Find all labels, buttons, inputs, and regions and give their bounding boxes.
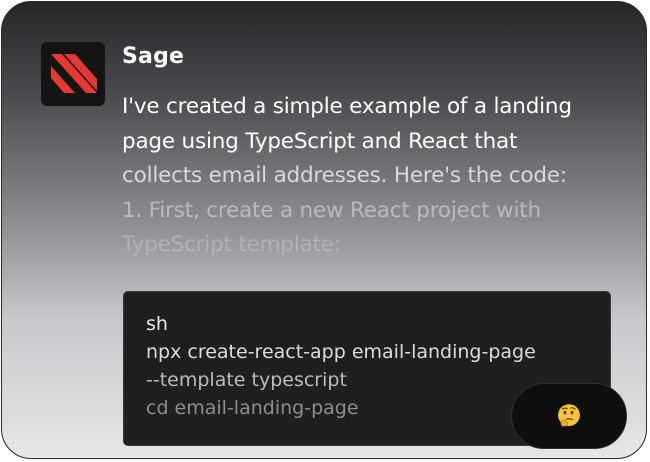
message-line: page using TypeScript and React that bbox=[122, 128, 518, 154]
sender-name: Sage bbox=[122, 44, 185, 69]
code-line: sh bbox=[146, 313, 168, 335]
message-line: I've created a simple example of a landi… bbox=[122, 94, 572, 119]
sage-logo-icon bbox=[51, 54, 97, 93]
message-line: TypeScript template: bbox=[122, 232, 341, 257]
thinking-face-icon bbox=[558, 404, 580, 427]
message-line: 1. First, create a new React project wit… bbox=[122, 197, 541, 223]
reaction-button[interactable] bbox=[511, 383, 627, 449]
sage-avatar bbox=[41, 42, 105, 106]
message-text: I've created a simple example of a landi… bbox=[122, 90, 622, 263]
chat-message-card: Sage I've created a simple example of a … bbox=[1, 1, 647, 459]
code-line: npx create-react-app email-landing-page bbox=[146, 341, 536, 363]
message-line: collects email addresses. Here's the cod… bbox=[122, 163, 567, 188]
